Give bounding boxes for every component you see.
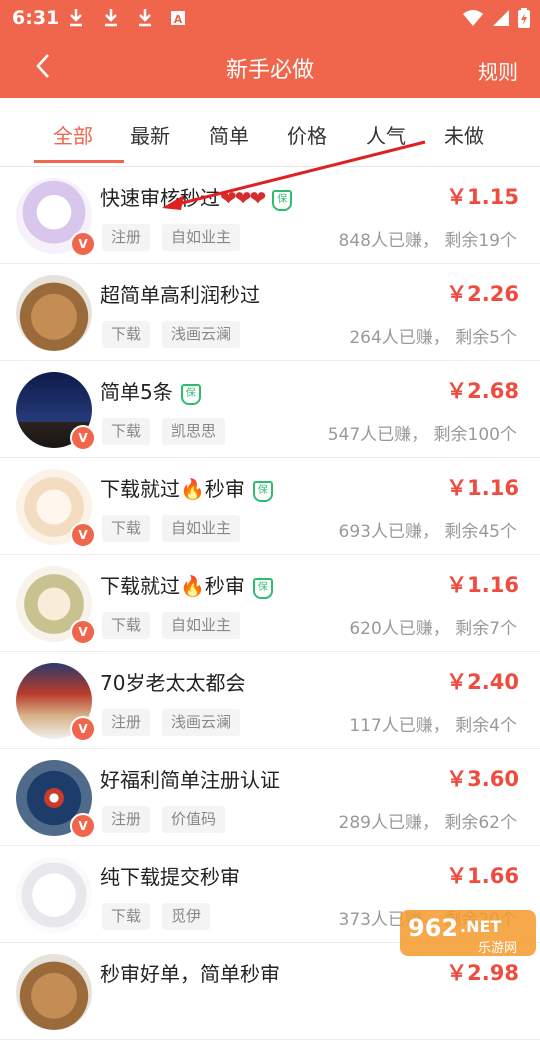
- task-type-tag: 下载: [102, 903, 151, 930]
- download-icon: [105, 9, 117, 27]
- verified-badge: V: [70, 231, 96, 257]
- task-stats: 848人已赚， 剩余19个: [338, 231, 517, 251]
- task-price: ￥1.16: [446, 573, 519, 597]
- task-type-tag: 注册: [102, 224, 151, 251]
- publisher-tag: 凯思思: [162, 418, 226, 445]
- title-row: 新手必做 规则: [0, 36, 540, 98]
- svg-text:.NET: .NET: [460, 917, 501, 936]
- publisher-tag: 自如业主: [162, 224, 241, 251]
- task-price: ￥2.98: [446, 961, 519, 985]
- heart-icons: ❤❤❤: [220, 186, 266, 210]
- tab-simple[interactable]: 简单: [209, 120, 249, 149]
- task-title: 超简单高利润秒过: [100, 283, 260, 307]
- task-stats: 620人已赚， 剩余7个: [349, 619, 517, 639]
- task-title: 下载就过🔥秒审保: [100, 570, 273, 599]
- publisher-tag: 自如业主: [162, 515, 241, 542]
- signal-icon: [493, 10, 509, 26]
- publisher-tag: 价值码: [162, 806, 226, 833]
- verified-badge: V: [70, 813, 96, 839]
- verified-badge: V: [70, 425, 96, 451]
- publisher-tag: 自如业主: [162, 612, 241, 639]
- task-price: ￥1.66: [446, 864, 519, 888]
- svg-text:962: 962: [408, 914, 458, 942]
- publisher-tag: 浅画云澜: [162, 709, 241, 736]
- task-type-tag: 注册: [102, 709, 151, 736]
- task-price: ￥3.60: [446, 767, 519, 791]
- task-title: 快速审核秒过❤❤❤ 保: [100, 182, 293, 211]
- download-icon: [139, 9, 151, 27]
- tab-popular[interactable]: 人气: [366, 120, 406, 149]
- task-stats: 264人已赚， 剩余5个: [349, 328, 517, 348]
- tab-price[interactable]: 价格: [287, 120, 327, 149]
- tab-undone[interactable]: 未做: [444, 120, 484, 149]
- task-type-tag: 下载: [102, 612, 151, 639]
- task-type-tag: 下载: [102, 418, 151, 445]
- tab-all[interactable]: 全部: [53, 120, 93, 149]
- task-price: ￥2.40: [446, 670, 519, 694]
- shield-icon: 保: [272, 190, 293, 211]
- avatar: [16, 275, 92, 351]
- task-title: 简单5条保: [100, 376, 201, 405]
- task-stats: 693人已赚， 剩余45个: [338, 522, 517, 542]
- battery-icon: [518, 8, 530, 28]
- task-type-tag: 注册: [102, 806, 151, 833]
- svg-text:A: A: [174, 13, 183, 26]
- svg-text:乐游网: 乐游网: [478, 941, 517, 956]
- page-title: 新手必做: [225, 58, 314, 83]
- task-price: ￥2.26: [446, 282, 519, 306]
- task-item[interactable]: V 下载就过🔥秒审保 ￥1.16 下载 自如业主 620人已赚， 剩余7个: [0, 555, 540, 652]
- site-watermark: 962 .NET 乐游网: [400, 910, 536, 956]
- verified-badge: V: [70, 716, 96, 742]
- shield-icon: 保: [252, 481, 273, 502]
- a-icon: A: [171, 11, 185, 26]
- task-title: 下载就过🔥秒审保: [100, 473, 273, 502]
- task-type-tag: 下载: [102, 515, 151, 542]
- task-price: ￥1.15: [446, 185, 519, 209]
- task-stats: 117人已赚， 剩余4个: [349, 716, 517, 736]
- task-title: 纯下载提交秒审: [100, 865, 240, 889]
- fire-icon: 🔥: [180, 477, 205, 501]
- status-time: 6:31: [12, 7, 60, 29]
- verified-badge: V: [70, 619, 96, 645]
- avatar: [16, 954, 92, 1030]
- task-price: ￥1.16: [446, 476, 519, 500]
- task-title: 好福利简单注册认证: [100, 768, 280, 792]
- verified-badge: V: [70, 522, 96, 548]
- task-item[interactable]: V 70岁老太太都会 ￥2.40 注册 浅画云澜 117人已赚， 剩余4个: [0, 652, 540, 749]
- task-title: 70岁老太太都会: [100, 671, 246, 695]
- task-item[interactable]: V 下载就过🔥秒审保 ￥1.16 下载 自如业主 693人已赚， 剩余45个: [0, 458, 540, 555]
- avatar: [16, 857, 92, 933]
- shield-icon: 保: [180, 384, 201, 405]
- task-stats: 289人已赚， 剩余62个: [338, 813, 517, 833]
- task-type-tag: 下载: [102, 321, 151, 348]
- status-right: [462, 7, 530, 29]
- app-bar: 6:31 A 新手必做 规则: [0, 0, 540, 98]
- task-item[interactable]: 超简单高利润秒过 ￥2.26 下载 浅画云澜 264人已赚， 剩余5个: [0, 264, 540, 361]
- shield-icon: 保: [252, 578, 273, 599]
- filter-tabs: 全部 最新 简单 价格 人气 未做: [0, 98, 540, 167]
- publisher-tag: 浅画云澜: [162, 321, 241, 348]
- task-title: 秒审好单，简单秒审: [100, 962, 280, 986]
- rules-button[interactable]: 规则: [478, 56, 518, 85]
- fire-icon: 🔥: [180, 574, 205, 598]
- task-item[interactable]: V 好福利简单注册认证 ￥3.60 注册 价值码 289人已赚， 剩余62个: [0, 749, 540, 846]
- task-stats: 547人已赚， 剩余100个: [327, 425, 517, 445]
- active-tab-indicator: [34, 160, 124, 163]
- task-price: ￥2.68: [446, 379, 519, 403]
- wifi-icon: [463, 10, 483, 26]
- download-icon: [70, 9, 82, 27]
- status-bar: 6:31 A: [0, 0, 540, 36]
- publisher-tag: 觅伊: [162, 903, 211, 930]
- tab-latest[interactable]: 最新: [130, 120, 170, 149]
- task-item[interactable]: V 简单5条保 ￥2.68 下载 凯思思 547人已赚， 剩余100个: [0, 361, 540, 458]
- task-item[interactable]: V 快速审核秒过❤❤❤ 保 ￥1.15 注册 自如业主 848人已赚， 剩余19个: [0, 167, 540, 264]
